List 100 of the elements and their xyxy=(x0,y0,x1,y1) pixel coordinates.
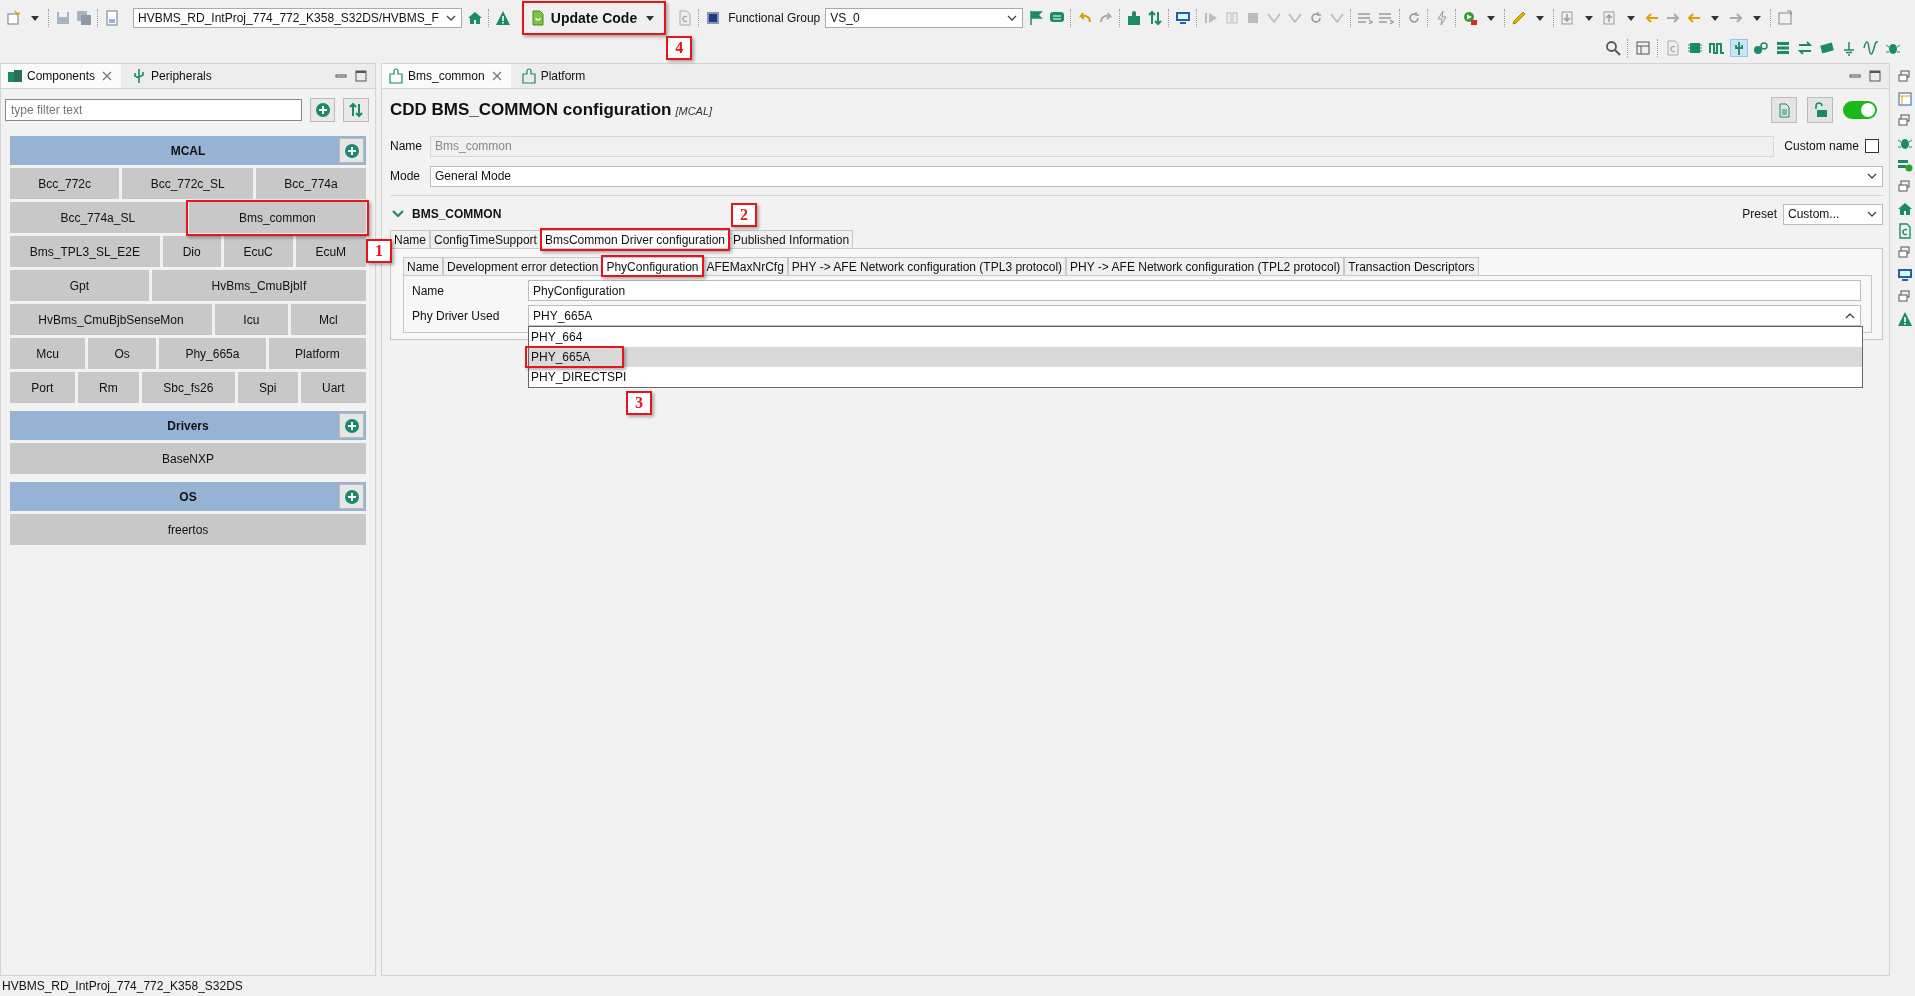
config-tab[interactable]: ConfigTimeSupport xyxy=(430,230,541,248)
restore-icon[interactable] xyxy=(1897,113,1913,129)
component-button[interactable]: Bcc_772c xyxy=(10,168,120,199)
component-button[interactable]: Bms_TPL3_SL_E2E xyxy=(10,236,160,267)
component-button[interactable]: Bcc_772c_SL xyxy=(122,168,253,199)
project-dropdown[interactable]: HVBMS_RD_IntProj_774_772_K358_S32DS/HVBMS_F xyxy=(133,8,462,28)
view-tab[interactable]: Peripherals xyxy=(125,64,218,88)
component-button[interactable]: Dio xyxy=(162,236,221,267)
component-button[interactable]: BaseNXP xyxy=(10,443,366,474)
component-button[interactable]: EcuM xyxy=(295,236,366,267)
play-list-icon[interactable] xyxy=(1897,157,1913,173)
add-component-button[interactable] xyxy=(339,138,364,163)
component-button[interactable]: Mcl xyxy=(290,304,366,335)
mcal-tag: [MCAL] xyxy=(675,105,713,117)
preset-dropdown[interactable]: Custom... xyxy=(1783,203,1883,225)
document-icon[interactable] xyxy=(529,10,546,26)
home-icon[interactable] xyxy=(1897,201,1913,217)
panel-icon[interactable] xyxy=(1897,91,1913,107)
components-icon xyxy=(7,68,23,84)
dropdown-option[interactable]: PHY_DIRECTSPI xyxy=(529,367,1862,387)
run-icon[interactable] xyxy=(1462,10,1479,26)
component-button[interactable]: Bcc_774a xyxy=(256,168,366,199)
callout-number: 3 xyxy=(626,391,652,415)
lines-icon[interactable] xyxy=(1357,10,1374,26)
component-button[interactable]: Sbc_fs26 xyxy=(142,372,235,403)
component-button[interactable]: Mcu xyxy=(10,338,86,369)
flag-icon[interactable] xyxy=(1028,10,1045,26)
c-file-icon[interactable] xyxy=(1665,40,1681,56)
monitor-icon[interactable] xyxy=(1897,267,1913,283)
component-button[interactable]: Port xyxy=(10,372,75,403)
ground-icon[interactable] xyxy=(1841,40,1857,56)
maximize-icon[interactable] xyxy=(353,68,369,84)
component-button[interactable]: HvBms_CmuBjbSenseMon xyxy=(10,304,213,335)
config-tab[interactable]: BmsCommon Driver configuration xyxy=(540,230,729,248)
unlock-button[interactable] xyxy=(1807,97,1833,123)
view-tab[interactable]: Platform xyxy=(514,64,592,88)
config-subtab[interactable]: Development error detection xyxy=(443,257,603,275)
component-button[interactable]: Bms_common xyxy=(188,202,366,233)
sort-button[interactable] xyxy=(343,98,369,122)
component-button[interactable]: Icu xyxy=(215,304,288,335)
restore-icon[interactable] xyxy=(1897,179,1913,195)
config-tab[interactable]: Name xyxy=(390,230,430,248)
gears-icon[interactable] xyxy=(1753,40,1769,56)
new-file-icon[interactable] xyxy=(6,10,22,26)
text-field[interactable]: PhyConfiguration xyxy=(528,280,1861,301)
config-subtab[interactable]: AFEMaxNrCfg xyxy=(702,257,788,275)
binary-file-icon[interactable] xyxy=(104,10,120,26)
add-component-button[interactable] xyxy=(339,413,364,438)
grid-icon[interactable] xyxy=(1635,40,1651,56)
restore-icon[interactable] xyxy=(1897,69,1913,85)
component-button[interactable]: Os xyxy=(88,338,157,369)
c-doc-icon[interactable] xyxy=(1897,223,1913,239)
component-button[interactable]: Phy_665a xyxy=(159,338,266,369)
chip-icon[interactable] xyxy=(705,10,722,26)
view-tab[interactable]: Components xyxy=(1,64,122,88)
bars-icon[interactable] xyxy=(1775,40,1791,56)
warning-icon[interactable] xyxy=(494,10,511,26)
config-subtab[interactable]: Transaction Descriptors xyxy=(1344,257,1479,275)
component-button[interactable]: Platform xyxy=(268,338,366,369)
config-subtab[interactable]: PHY -> AFE Network configuration (TPL2 protocol) xyxy=(1066,257,1345,275)
component-button[interactable]: HvBms_CmuBjbIf xyxy=(151,270,366,301)
warning-icon[interactable] xyxy=(1897,311,1913,327)
maximize-icon[interactable] xyxy=(1867,68,1883,84)
component-button[interactable]: Spi xyxy=(237,372,298,403)
dropdown-option[interactable]: PHY_665A xyxy=(529,347,1862,367)
component-button[interactable]: EcuC xyxy=(223,236,293,267)
update-code-button[interactable]: Update Code xyxy=(523,4,665,32)
component-button[interactable]: Bcc_774a_SL xyxy=(10,202,186,233)
monitor-icon[interactable] xyxy=(1175,10,1192,26)
config-subtab[interactable]: PHY -> AFE Network configuration (TPL3 protocol) xyxy=(787,257,1067,275)
functional-group-dropdown[interactable]: VS_0 xyxy=(825,8,1024,28)
dropdown-option[interactable]: PHY_664 xyxy=(529,327,1862,347)
config-subtab[interactable]: Name xyxy=(403,257,443,275)
component-button[interactable]: freertos xyxy=(10,514,366,545)
sort-icon[interactable] xyxy=(1147,10,1164,26)
component-button[interactable]: Gpt xyxy=(10,270,149,301)
config-subtab[interactable]: PhyConfiguration xyxy=(602,257,703,275)
window-icon[interactable] xyxy=(1777,10,1794,26)
swap-icon[interactable] xyxy=(1797,40,1813,56)
pulse-icon[interactable] xyxy=(1709,40,1725,56)
restore-icon[interactable] xyxy=(1897,245,1913,261)
wave-icon[interactable] xyxy=(1863,40,1879,56)
home-icon[interactable] xyxy=(466,10,483,26)
config-tab[interactable]: Published Information xyxy=(729,230,854,248)
view-tab[interactable]: Bms_common xyxy=(382,64,511,88)
filter-field[interactable]: type filter text xyxy=(5,99,302,121)
save-all-icon[interactable] xyxy=(76,10,92,26)
component-button[interactable]: Uart xyxy=(300,372,367,403)
add-button[interactable] xyxy=(309,98,336,122)
puzzle-icon[interactable] xyxy=(1126,10,1143,26)
enable-toggle[interactable] xyxy=(1843,101,1877,119)
component-button[interactable]: Rm xyxy=(77,372,139,403)
c-file-icon[interactable] xyxy=(677,10,694,26)
driver-dropdown[interactable]: PHY_665A xyxy=(528,305,1861,326)
search-icon[interactable] xyxy=(1605,40,1621,56)
custom-name-checkbox[interactable] xyxy=(1865,139,1879,153)
lines-icon[interactable] xyxy=(1378,10,1395,26)
mode-dropdown[interactable]: General Mode xyxy=(430,165,1883,187)
restore-icon[interactable] xyxy=(1897,289,1913,305)
add-component-button[interactable] xyxy=(339,484,364,509)
